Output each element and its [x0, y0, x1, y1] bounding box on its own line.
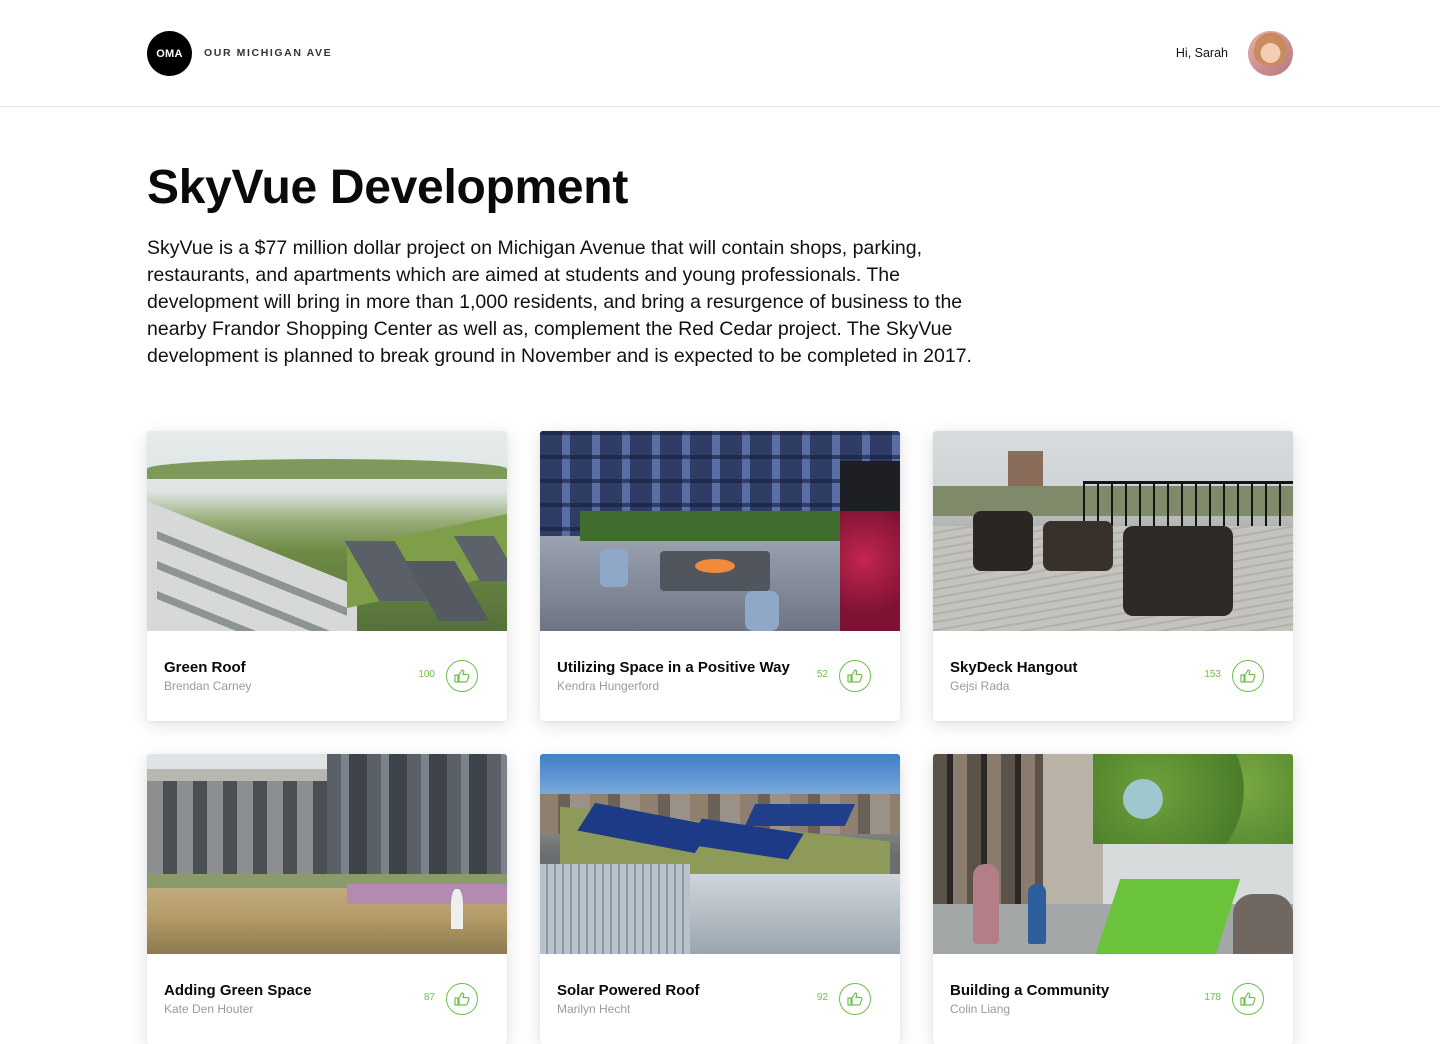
- green-roof-photo[interactable]: [147, 431, 507, 631]
- like-count: 178: [1204, 992, 1221, 1003]
- city-garden-photo[interactable]: [147, 754, 507, 954]
- like-count: 100: [418, 669, 435, 680]
- street-community-photo[interactable]: [933, 754, 1293, 954]
- top-header: OMA OUR MICHIGAN AVE Hi, Sarah: [0, 0, 1440, 107]
- idea-card[interactable]: Green Roof Brendan Carney 100: [147, 431, 507, 721]
- like-count: 52: [816, 669, 828, 680]
- card-author: Kate Den Houter: [164, 1002, 254, 1016]
- thumbs-up-icon[interactable]: [1232, 983, 1264, 1015]
- thumbs-up-icon[interactable]: [1232, 660, 1264, 692]
- card-title[interactable]: Solar Powered Roof: [557, 982, 700, 999]
- idea-card[interactable]: SkyDeck Hangout Gejsi Rada 153: [933, 431, 1293, 721]
- oma-logo[interactable]: OMA: [147, 31, 192, 76]
- card-author: Gejsi Rada: [950, 679, 1010, 693]
- rooftop-lounge-photo[interactable]: [540, 431, 900, 631]
- card-author: Kendra Hungerford: [557, 679, 660, 693]
- thumbs-up-icon[interactable]: [446, 660, 478, 692]
- brand-name[interactable]: OUR MICHIGAN AVE: [204, 47, 332, 59]
- thumbs-up-icon[interactable]: [839, 660, 871, 692]
- user-avatar[interactable]: [1248, 31, 1293, 76]
- card-title[interactable]: Building a Community: [950, 982, 1109, 999]
- card-title[interactable]: Utilizing Space in a Positive Way: [557, 659, 790, 676]
- page-title: SkyVue Development: [147, 161, 628, 214]
- card-title[interactable]: Green Roof: [164, 659, 246, 676]
- card-title[interactable]: Adding Green Space: [164, 982, 312, 999]
- idea-card[interactable]: Building a Community Colin Liang 178: [933, 754, 1293, 1044]
- thumbs-up-icon[interactable]: [839, 983, 871, 1015]
- like-count: 87: [423, 992, 435, 1003]
- project-description: SkyVue is a $77 million dollar project o…: [147, 237, 972, 367]
- thumbs-up-icon[interactable]: [446, 983, 478, 1015]
- card-title[interactable]: SkyDeck Hangout: [950, 659, 1078, 676]
- like-count: 92: [816, 992, 828, 1003]
- idea-card[interactable]: Utilizing Space in a Positive Way Kendra…: [540, 431, 900, 721]
- user-greeting: Hi, Sarah: [1175, 46, 1228, 60]
- card-author: Marilyn Hecht: [557, 1002, 631, 1016]
- like-count: 153: [1204, 669, 1221, 680]
- solar-roof-photo[interactable]: [540, 754, 900, 954]
- idea-card[interactable]: Adding Green Space Kate Den Houter 87: [147, 754, 507, 1044]
- sky-deck-photo[interactable]: [933, 431, 1293, 631]
- idea-card[interactable]: Solar Powered Roof Marilyn Hecht 92: [540, 754, 900, 1044]
- card-author: Colin Liang: [950, 1002, 1011, 1016]
- card-author: Brendan Carney: [164, 679, 252, 693]
